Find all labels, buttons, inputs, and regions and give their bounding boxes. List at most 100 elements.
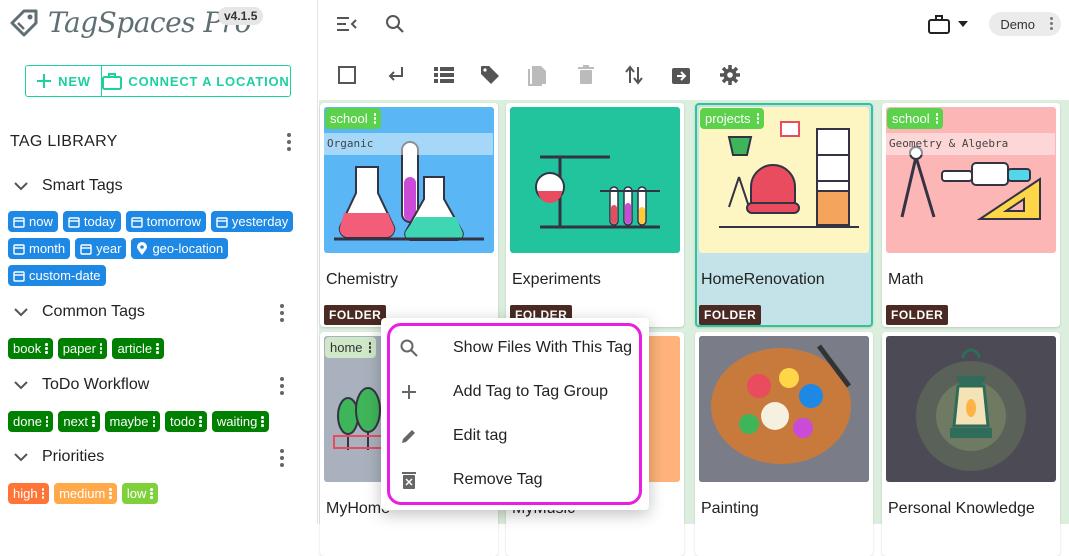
menu-item-add-tag-to-group[interactable]: Add Tag to Tag Group [381, 370, 649, 414]
select-all-button[interactable] [337, 65, 357, 85]
settings-button[interactable] [719, 64, 741, 86]
chevron-down-icon [14, 381, 28, 390]
group-todo-workflow[interactable]: ToDo Workflow [14, 376, 149, 394]
folder-title: Math [888, 271, 924, 288]
group-smart-tags[interactable]: Smart Tags [14, 177, 123, 195]
workspace-chip[interactable]: Demo [989, 12, 1061, 36]
tag-menu-icon[interactable] [109, 488, 112, 499]
group-menu-icon[interactable] [279, 304, 285, 322]
location-switcher-button[interactable] [924, 12, 974, 36]
connect-location-label: CONNECT A LOCATION [128, 73, 290, 89]
search-icon [399, 338, 419, 358]
folder-badge: FOLDER [324, 305, 387, 325]
tag-chip-home[interactable]: home [325, 337, 377, 358]
copy-files-button[interactable] [527, 64, 549, 86]
list-view-button[interactable] [433, 65, 455, 85]
tag-tomorrow[interactable]: tomorrow [125, 211, 206, 232]
tag-chip-projects[interactable]: projects [700, 108, 765, 129]
tag-high[interactable]: high [8, 483, 50, 504]
delete-files-button[interactable] [576, 64, 596, 86]
tag-book[interactable]: book [8, 338, 53, 359]
folder-card-experiments[interactable]: Experiments FOLDER [506, 103, 684, 327]
export-button[interactable] [670, 64, 692, 86]
tag-menu-icon[interactable] [45, 343, 48, 354]
toggle-sidebar-button[interactable] [335, 14, 359, 34]
folder-card-personal-knowledge[interactable]: Personal Knowledge [882, 332, 1060, 556]
tag-month[interactable]: month [8, 238, 71, 259]
chevron-down-icon [14, 453, 28, 462]
tag-done[interactable]: done [8, 411, 54, 432]
sort-button[interactable] [623, 64, 645, 86]
folder-card-math[interactable]: school Geometry & Algebra Math FOLDER [882, 103, 1060, 327]
workspace-menu-icon[interactable] [1050, 17, 1053, 30]
tag-yesterday[interactable]: yesterday [210, 211, 294, 232]
tag-menu-icon[interactable] [41, 488, 45, 499]
lantern-image [916, 348, 1026, 471]
menu-item-edit-tag[interactable]: Edit tag [381, 414, 649, 458]
tag-menu-icon[interactable] [199, 416, 202, 427]
tag-chip-school[interactable]: school [887, 108, 944, 129]
group-menu-icon[interactable] [279, 449, 285, 467]
folder-card-painting[interactable]: Painting [695, 332, 873, 556]
menu-item-remove-tag[interactable]: Remove Tag [381, 458, 649, 502]
tag-menu-icon[interactable] [150, 488, 153, 499]
folder-title: Painting [701, 500, 759, 517]
folder-badge: FOLDER [699, 305, 762, 325]
calendar-icon [80, 243, 92, 255]
group-name: Priorities [42, 448, 105, 465]
folder-card-homerenovation[interactable]: projects HomeRenovation FOLDER [695, 103, 873, 327]
calendar-icon [13, 216, 25, 228]
tag-medium[interactable]: medium [54, 483, 117, 504]
smart-tags-list: now today tomorrow yesterday month year … [8, 211, 298, 286]
folder-card-chemistry[interactable]: school Organic Chemistry FOLDER [320, 103, 498, 327]
tag-library-menu-icon[interactable] [286, 133, 292, 151]
group-priorities[interactable]: Priorities [14, 448, 104, 466]
tag-menu-icon[interactable] [368, 342, 372, 353]
tag-icon [481, 66, 499, 84]
new-button-label: NEW [58, 73, 91, 89]
folder-thumbnail [510, 107, 680, 253]
menu-item-label: Remove Tag [453, 471, 543, 488]
folder-title: HomeRenovation [701, 271, 825, 288]
gear-icon [720, 65, 740, 85]
tag-menu-icon[interactable] [156, 343, 159, 354]
tag-menu-icon[interactable] [261, 416, 264, 427]
subdirectory-arrow-left-icon [388, 67, 403, 81]
tag-year[interactable]: year [75, 238, 127, 259]
tag-chip-school[interactable]: school [325, 108, 382, 129]
tag-menu-icon[interactable] [935, 113, 939, 124]
tag-todo[interactable]: todo [165, 411, 207, 432]
tag-menu-icon[interactable] [99, 343, 103, 354]
tag-paper[interactable]: paper [57, 338, 108, 359]
tag-low[interactable]: low [121, 483, 158, 504]
calendar-icon [130, 216, 143, 228]
pencil-icon [399, 426, 419, 446]
group-menu-icon[interactable] [279, 377, 285, 395]
caret-down-icon [958, 21, 968, 27]
toolbar [319, 52, 1069, 98]
connect-location-button[interactable]: CONNECT A LOCATION [102, 66, 290, 96]
menu-item-label: Edit tag [453, 427, 508, 444]
new-button[interactable]: NEW [26, 66, 102, 96]
menu-item-show-files[interactable]: Show Files With This Tag [381, 326, 649, 370]
group-common-tags[interactable]: Common Tags [14, 303, 145, 321]
tag-next[interactable]: next [58, 411, 100, 432]
tag-now[interactable]: now [8, 211, 58, 232]
tag-menu-icon[interactable] [373, 113, 377, 124]
tag-menu-icon[interactable] [45, 416, 49, 427]
location-pin-icon [137, 241, 148, 255]
tag-files-button[interactable] [479, 64, 501, 86]
tag-waiting[interactable]: waiting [211, 411, 269, 432]
folder-title: Experiments [512, 271, 601, 288]
tag-geo-location[interactable]: geo-location [131, 238, 229, 259]
search-button[interactable] [384, 13, 406, 35]
common-tags-list: book paper article [8, 338, 298, 359]
tag-today[interactable]: today [62, 211, 121, 232]
tag-article[interactable]: article [112, 338, 164, 359]
go-back-button[interactable] [386, 65, 406, 85]
tag-menu-icon[interactable] [152, 416, 156, 427]
tag-custom-date[interactable]: custom-date [8, 265, 106, 286]
tag-menu-icon[interactable] [92, 416, 95, 427]
tag-menu-icon[interactable] [756, 113, 760, 124]
tag-maybe[interactable]: maybe [104, 411, 161, 432]
